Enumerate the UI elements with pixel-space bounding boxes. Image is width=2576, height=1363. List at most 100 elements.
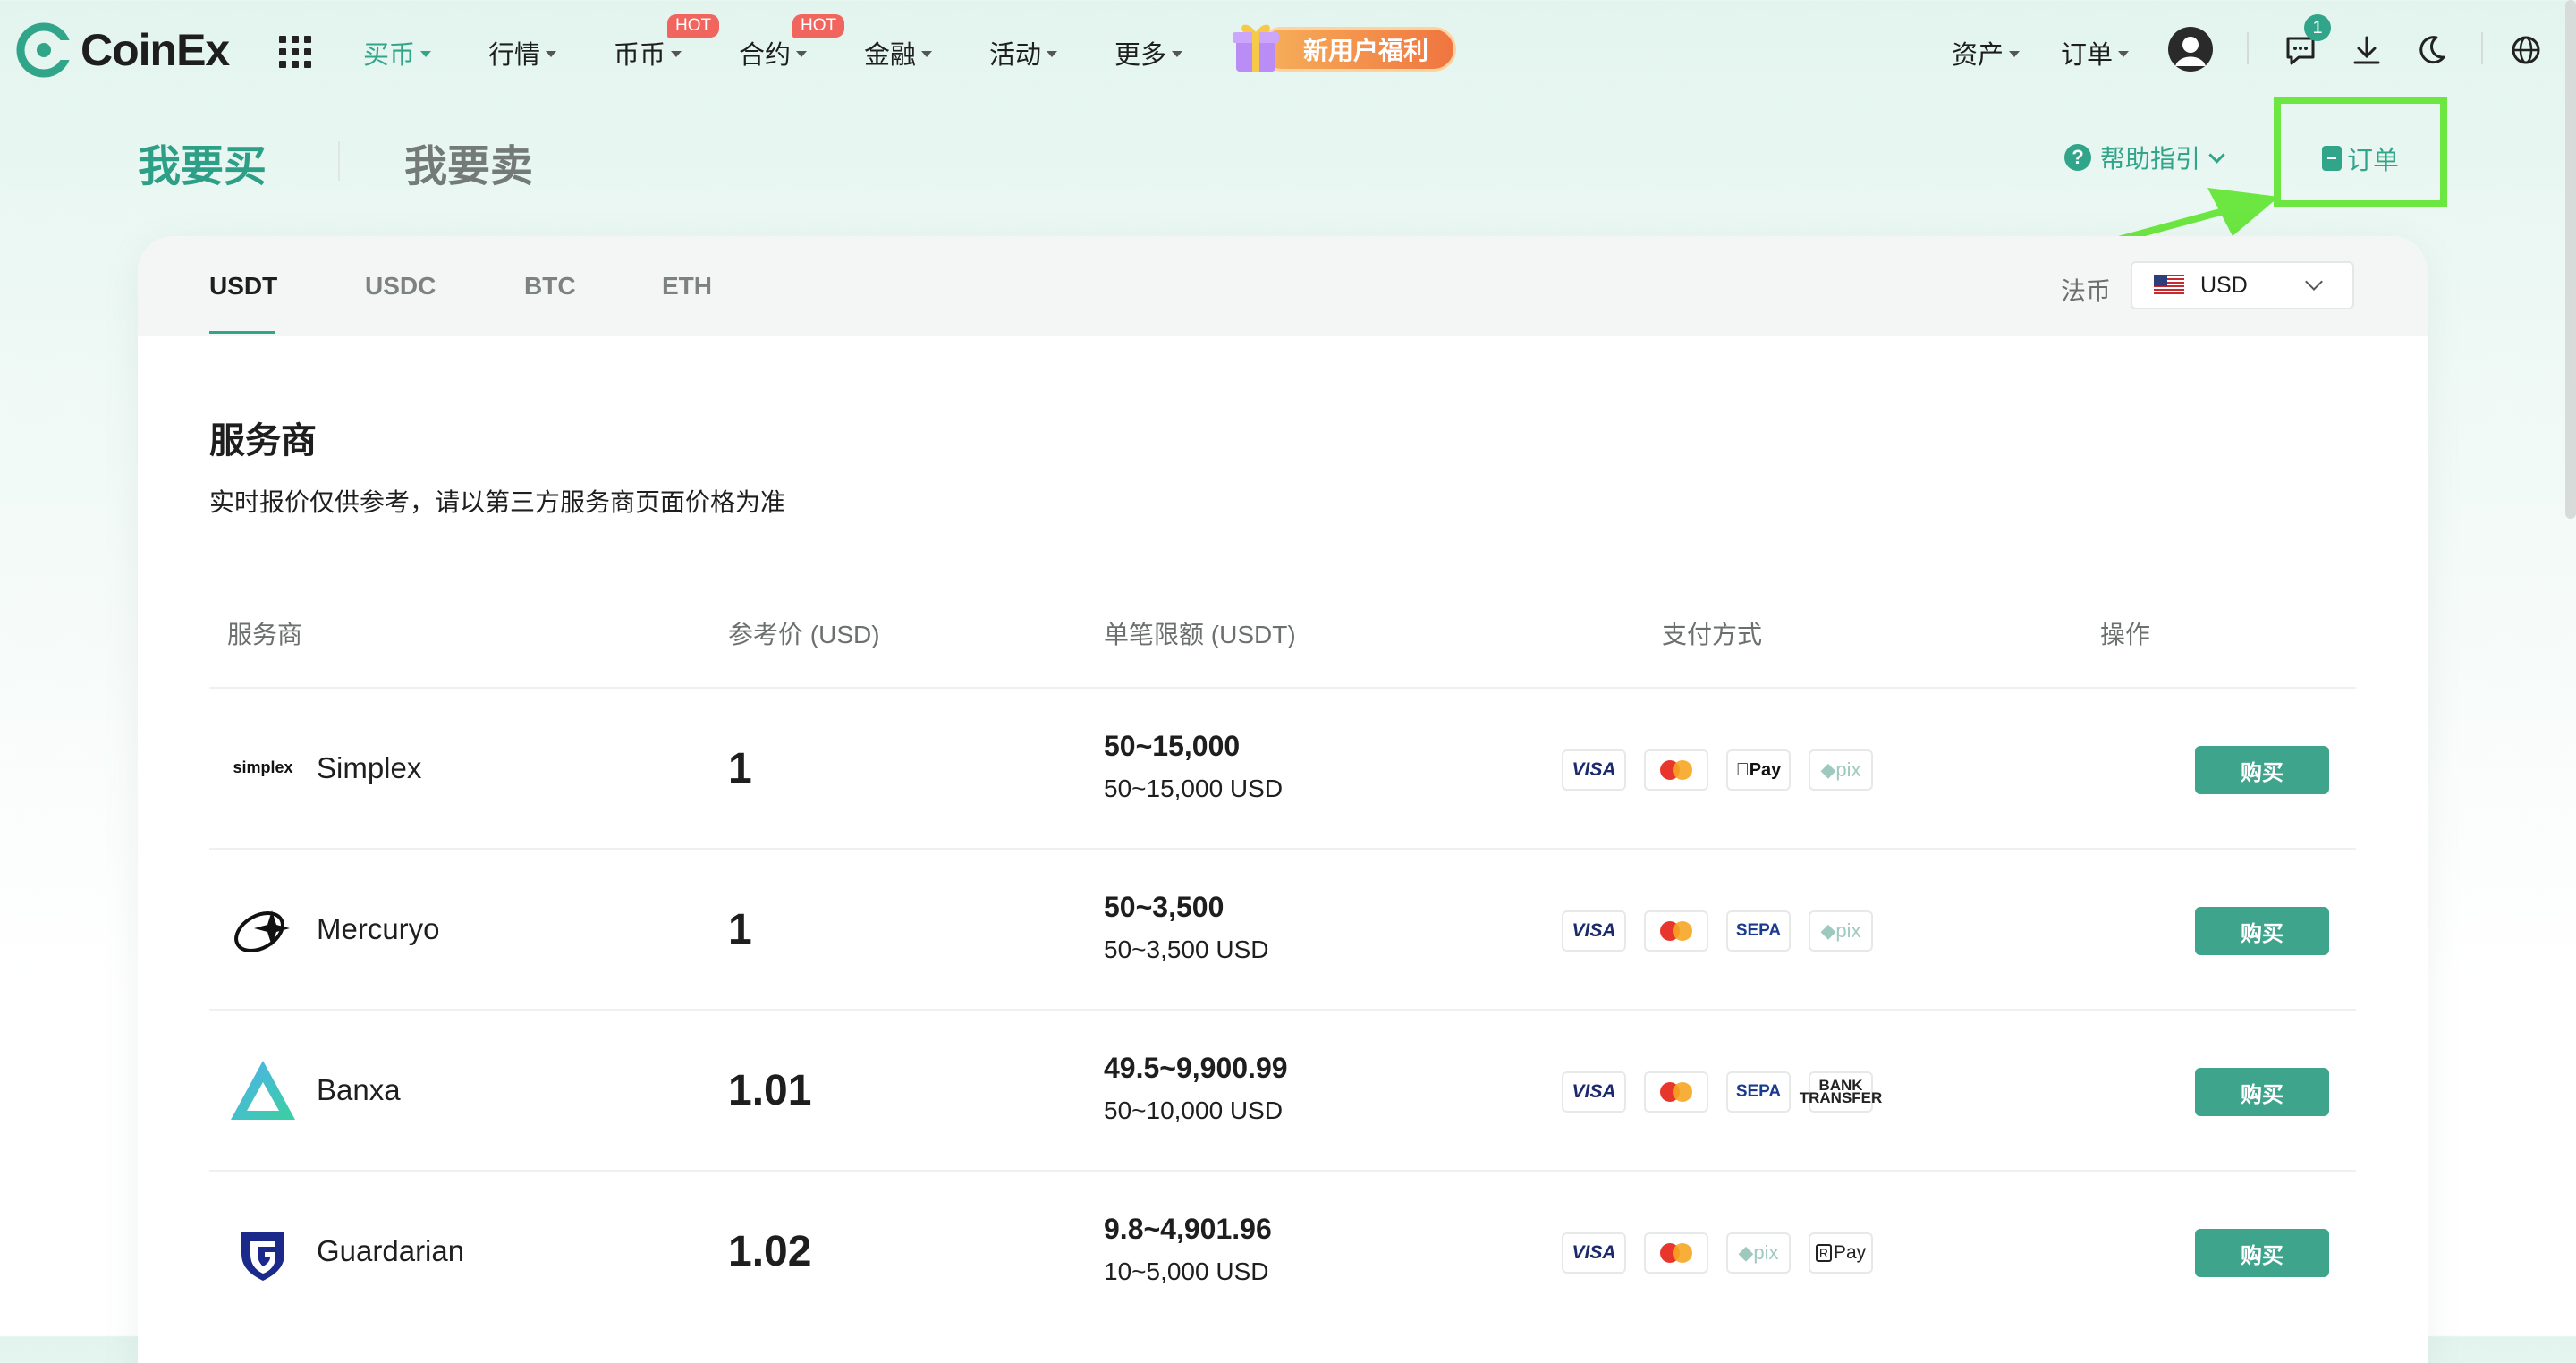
r-pay-label: Pay xyxy=(1833,1242,1867,1263)
language-globe-icon[interactable] xyxy=(2506,30,2546,70)
new-user-promo[interactable]: 新用户福利 xyxy=(1227,16,1460,79)
tab-eth[interactable]: ETH xyxy=(662,272,712,301)
provider-name: Guardarian xyxy=(317,1234,465,1267)
nav-item-futures[interactable]: 合约 HOT xyxy=(739,14,845,72)
top-nav: CoinEx 买币 行情 币币 HOT 合约 HOT 金融 活动 更多 新用户福… xyxy=(0,0,2576,100)
fiat-currency-select[interactable]: USD xyxy=(2131,261,2354,309)
dark-mode-moon-icon[interactable] xyxy=(2411,30,2451,70)
apple-pay-label: Pay xyxy=(1742,759,1782,780)
limit-fiat: 50~3,500 USD xyxy=(1104,935,1269,963)
tab-btc[interactable]: BTC xyxy=(524,272,576,301)
coinex-logo[interactable]: CoinEx xyxy=(16,21,230,79)
pix-label: pix xyxy=(1753,1241,1779,1264)
nav-divider xyxy=(2481,32,2483,64)
coinex-logo-icon xyxy=(16,22,72,78)
section-note: 实时报价仅供参考，请以第三方服务商页面价格为准 xyxy=(209,488,786,516)
nav-item-spot[interactable]: 币币 HOT xyxy=(614,14,720,72)
caret-down-icon xyxy=(921,50,933,57)
limit-fiat: 10~5,000 USD xyxy=(1104,1257,1269,1285)
user-avatar[interactable] xyxy=(2168,27,2213,72)
mercuryo-logo-icon xyxy=(234,910,290,952)
r-logo-icon: R xyxy=(1815,1244,1832,1262)
nav-item-buy-crypto[interactable]: 买币 xyxy=(363,34,432,72)
hot-badge: HOT xyxy=(667,14,720,38)
provider-name: Mercuryo xyxy=(317,912,440,945)
pix-label: pix xyxy=(1835,758,1861,781)
buy-button[interactable]: 购买 xyxy=(2195,907,2329,955)
pix-diamond-icon: ◆ xyxy=(1820,919,1836,942)
pix-label: pix xyxy=(1835,919,1861,942)
help-guide-dropdown[interactable]: ? 帮助指引 xyxy=(2064,140,2225,175)
reference-price: 1.02 xyxy=(728,1228,812,1275)
nav-item-more[interactable]: 更多 xyxy=(1114,34,1183,72)
fiat-label: 法币 xyxy=(2061,277,2112,305)
limit-fiat: 50~10,000 USD xyxy=(1104,1096,1284,1124)
provider-card: USDT USDC BTC ETH 法币 USD 服务商 实时报价仅供参考，请以… xyxy=(138,236,2428,1363)
download-icon[interactable] xyxy=(2347,30,2386,70)
nav-orders-label: 订单 xyxy=(2061,41,2114,70)
mastercard-icon xyxy=(1644,1232,1708,1274)
visa-icon: VISA xyxy=(1562,1232,1626,1274)
tab-buy[interactable]: 我要买 xyxy=(138,131,267,193)
section-title: 服务商 xyxy=(209,421,317,461)
caret-down-icon xyxy=(671,50,682,57)
nav-orders[interactable]: 订单 xyxy=(2061,34,2130,72)
table-row: simplex Simplex 1 50~15,000 50~15,000 US… xyxy=(209,687,2356,850)
nav-item-finance[interactable]: 金融 xyxy=(864,34,933,72)
coin-tab-bar: USDT USDC BTC ETH 法币 USD xyxy=(138,236,2428,336)
reference-price: 1 xyxy=(728,906,752,953)
highlight-box xyxy=(2274,97,2447,207)
column-header-action: 操作 xyxy=(2100,621,2151,648)
table-row: Mercuryo 1 50~3,500 50~3,500 USD VISA SE… xyxy=(209,848,2356,1011)
nav-item-label: 合约 xyxy=(739,41,792,70)
hot-badge: HOT xyxy=(792,14,845,38)
tab-divider xyxy=(338,141,340,181)
sepa-icon: SEPA xyxy=(1726,910,1791,952)
gift-icon xyxy=(1233,24,1279,72)
nav-item-label: 行情 xyxy=(488,41,541,70)
column-header-provider: 服务商 xyxy=(227,621,303,648)
column-header-price: 参考价 (USD) xyxy=(728,621,880,648)
table-row: Banxa 1.01 49.5~9,900.99 50~10,000 USD V… xyxy=(209,1009,2356,1172)
limit-crypto: 49.5~9,900.99 xyxy=(1104,1052,1288,1084)
mastercard-icon xyxy=(1644,910,1708,952)
buy-button[interactable]: 购买 xyxy=(2195,1229,2329,1277)
buy-button[interactable]: 购买 xyxy=(2195,746,2329,794)
question-icon: ? xyxy=(2064,144,2091,171)
help-guide-label: 帮助指引 xyxy=(2100,145,2201,173)
limit-crypto: 9.8~4,901.96 xyxy=(1104,1213,1272,1245)
chevron-down-icon xyxy=(2305,273,2323,291)
caret-down-icon xyxy=(420,50,432,57)
nav-assets[interactable]: 资产 xyxy=(1952,34,2021,72)
pix-icon: ◆ pix xyxy=(1726,1232,1791,1274)
buy-button[interactable]: 购买 xyxy=(2195,1068,2329,1116)
pix-icon: ◆ pix xyxy=(1809,749,1873,791)
sepa-icon: SEPA xyxy=(1726,1071,1791,1113)
pix-diamond-icon: ◆ xyxy=(1820,758,1836,781)
visa-icon: VISA xyxy=(1562,910,1626,952)
caret-down-icon xyxy=(1172,50,1183,57)
apps-grid-icon[interactable] xyxy=(279,36,311,68)
column-header-limit: 单笔限额 (USDT) xyxy=(1104,621,1296,648)
mastercard-icon xyxy=(1644,1071,1708,1113)
apple-logo-icon:  xyxy=(1736,760,1750,781)
caret-down-icon xyxy=(1046,50,1058,57)
fiat-value: USD xyxy=(2200,272,2248,298)
tab-usdt[interactable]: USDT xyxy=(209,272,277,301)
notification-badge: 1 xyxy=(2304,14,2331,41)
mastercard-icon xyxy=(1644,749,1708,791)
caret-down-icon xyxy=(546,50,557,57)
banxa-logo-icon xyxy=(231,1061,295,1120)
page-scrollbar[interactable] xyxy=(2565,0,2576,519)
tab-usdc[interactable]: USDC xyxy=(365,272,436,301)
visa-icon: VISA xyxy=(1562,749,1626,791)
nav-item-markets[interactable]: 行情 xyxy=(488,34,557,72)
chevron-down-icon xyxy=(2208,146,2225,164)
user-icon xyxy=(2175,37,2206,66)
active-tab-indicator xyxy=(209,331,275,334)
nav-item-activities[interactable]: 活动 xyxy=(989,34,1058,72)
nav-item-label: 金融 xyxy=(864,41,917,70)
tab-sell[interactable]: 我要卖 xyxy=(404,131,533,193)
limit-fiat: 50~15,000 USD xyxy=(1104,775,1284,802)
nav-assets-label: 资产 xyxy=(1952,41,2004,70)
